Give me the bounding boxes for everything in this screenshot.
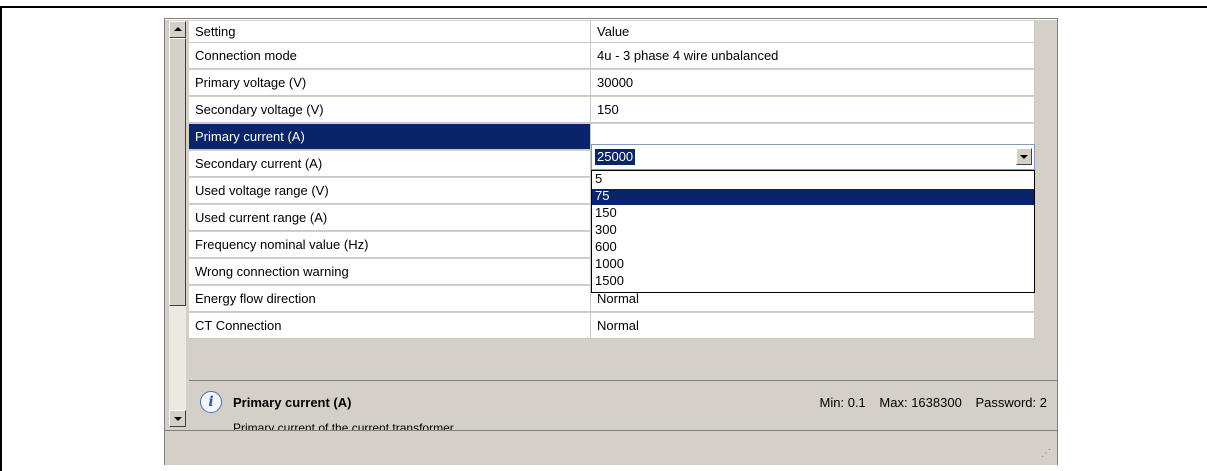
dropdown-option[interactable]: 5 (592, 172, 1034, 188)
frame-left-border (0, 6, 2, 471)
info-limits: Min: 0.1 Max: 1638300 Password: 2 (810, 395, 1047, 410)
scroll-down-button[interactable] (169, 410, 186, 427)
dropdown-option-highlighted[interactable]: 75 (592, 189, 1034, 205)
setting-cell[interactable]: Frequency nominal value (Hz) (189, 232, 591, 258)
setting-cell[interactable]: Secondary current (A) (189, 151, 591, 177)
info-icon: i (200, 391, 222, 413)
scroll-thumb[interactable] (169, 38, 186, 306)
resize-grip-icon[interactable]: ⋰ (1041, 449, 1053, 461)
table-row[interactable]: Secondary voltage (V) 150 (189, 97, 1035, 124)
header-value[interactable]: Value (591, 21, 1035, 43)
vertical-scrollbar[interactable] (169, 21, 186, 427)
dropdown-button[interactable] (1016, 148, 1032, 165)
dropdown-option[interactable]: 300 (592, 223, 1034, 239)
dropdown-option[interactable]: 1500 (592, 274, 1034, 290)
setting-cell[interactable]: Energy flow direction (189, 286, 591, 312)
settings-window: Setting Value Connection mode 4u - 3 pha… (164, 18, 1058, 465)
info-min: Min: 0.1 (819, 395, 866, 410)
frame-top-border (0, 6, 1207, 8)
value-cell[interactable]: 150 (591, 97, 1035, 123)
primary-current-dropdown[interactable]: 25000 (591, 144, 1035, 170)
arrow-up-icon (174, 27, 182, 31)
info-password: Password: 2 (975, 395, 1047, 410)
table-row[interactable]: Connection mode 4u - 3 phase 4 wire unba… (189, 43, 1035, 70)
info-panel: i Primary current (A) Primary current of… (189, 381, 1055, 435)
header-setting[interactable]: Setting (189, 21, 591, 43)
setting-cell[interactable]: Primary current (A) (189, 124, 591, 150)
dropdown-list[interactable]: 5 75 150 300 600 1000 1500 (591, 170, 1035, 293)
scroll-up-button[interactable] (169, 21, 186, 38)
setting-cell[interactable]: CT Connection (189, 313, 591, 339)
dropdown-value[interactable]: 25000 (595, 149, 636, 165)
value-cell[interactable]: 30000 (591, 70, 1035, 96)
dropdown-option[interactable]: 600 (592, 240, 1034, 256)
arrow-down-icon (174, 417, 182, 421)
status-bar: ⋰ (165, 430, 1057, 465)
setting-cell[interactable]: Primary voltage (V) (189, 70, 591, 96)
setting-cell[interactable]: Secondary voltage (V) (189, 97, 591, 123)
grid-header: Setting Value (189, 21, 1035, 43)
table-row[interactable]: Primary voltage (V) 30000 (189, 70, 1035, 97)
value-cell[interactable]: Normal (591, 313, 1035, 339)
chevron-down-icon (1020, 155, 1028, 159)
setting-cell[interactable]: Connection mode (189, 43, 591, 69)
info-title: Primary current (A) (233, 395, 352, 410)
dropdown-option[interactable]: 1000 (592, 257, 1034, 273)
table-row[interactable]: CT Connection Normal (189, 313, 1035, 340)
setting-cell[interactable]: Used current range (A) (189, 205, 591, 231)
value-cell[interactable]: 4u - 3 phase 4 wire unbalanced (591, 43, 1035, 69)
setting-cell[interactable]: Wrong connection warning (189, 259, 591, 285)
dropdown-option[interactable]: 150 (592, 206, 1034, 222)
info-max: Max: 1638300 (879, 395, 962, 410)
setting-cell[interactable]: Used voltage range (V) (189, 178, 591, 204)
